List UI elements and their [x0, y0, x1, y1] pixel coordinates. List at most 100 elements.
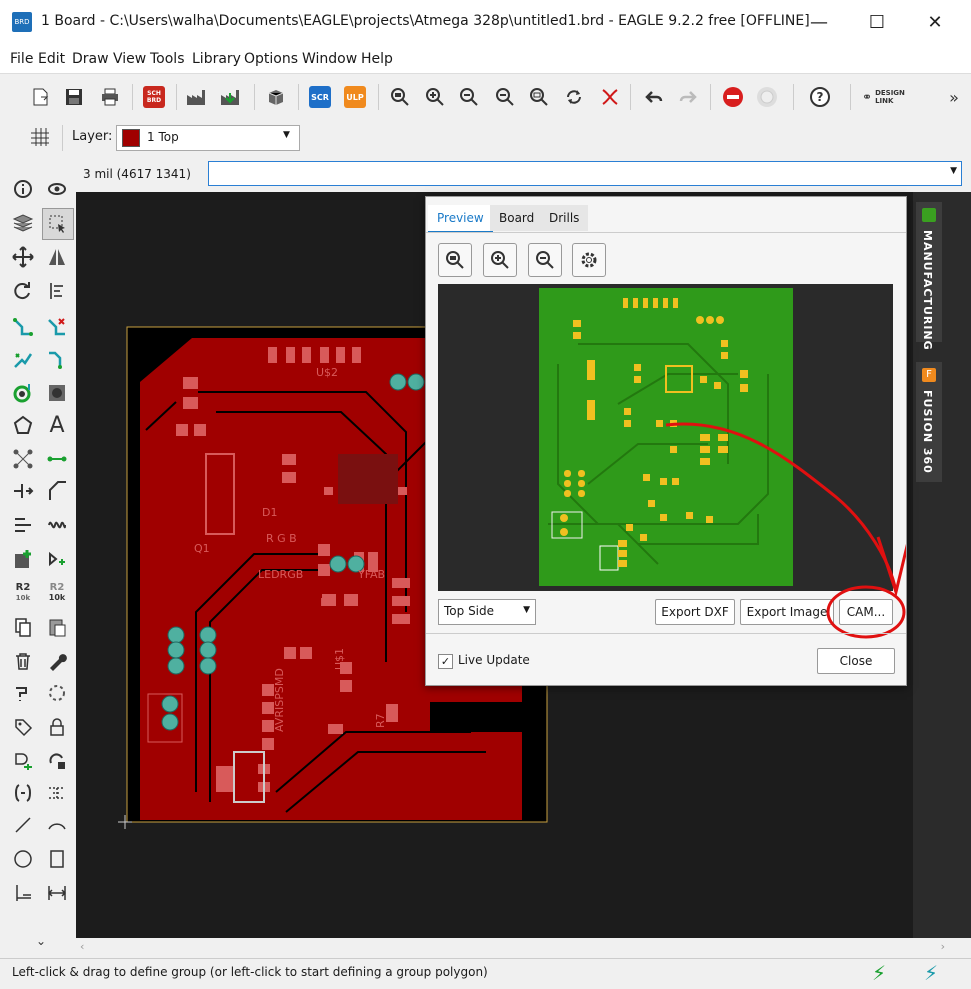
chevron-left-icon[interactable]: ‹ — [80, 940, 84, 953]
tab-board[interactable]: Board — [490, 205, 544, 231]
zoom-fit-icon[interactable] — [386, 83, 414, 111]
design-link-button[interactable]: ⚭ DESIGN LINK — [862, 83, 922, 111]
fusion-tab[interactable]: F FUSION 360 — [916, 362, 942, 482]
wire-icon[interactable] — [42, 444, 72, 474]
route-icon[interactable] — [8, 312, 38, 342]
info-icon[interactable] — [8, 174, 38, 204]
split-part-icon[interactable] — [42, 778, 72, 808]
manufacturing-download-icon[interactable] — [216, 83, 244, 111]
rectangle-icon[interactable] — [42, 844, 72, 874]
lightning-icon[interactable]: ⚡ — [872, 961, 886, 985]
replace-icon[interactable] — [42, 544, 72, 574]
script-icon[interactable]: SCR — [306, 83, 334, 111]
polygon-icon[interactable] — [8, 410, 38, 440]
toolbar-overflow-button[interactable]: » — [940, 83, 968, 111]
copy-icon[interactable] — [8, 612, 38, 642]
open-icon[interactable] — [26, 83, 54, 111]
zoom-in-icon[interactable] — [421, 83, 449, 111]
grid-icon[interactable] — [26, 123, 54, 151]
cam-processor-icon[interactable] — [182, 83, 210, 111]
close-window-button[interactable]: ✕ — [906, 0, 964, 45]
slice-icon[interactable] — [42, 510, 72, 540]
mark-icon[interactable] — [8, 778, 38, 808]
menu-edit[interactable]: Edit — [38, 51, 65, 67]
redraw-icon[interactable] — [560, 83, 588, 111]
tab-drills[interactable]: Drills — [540, 205, 589, 231]
smash-icon[interactable] — [8, 678, 38, 708]
change-icon[interactable] — [42, 646, 72, 676]
menu-file[interactable]: File — [10, 51, 33, 67]
attribute-icon[interactable] — [8, 712, 38, 742]
autorouter-icon[interactable] — [8, 344, 38, 374]
group-icon[interactable] — [42, 208, 74, 240]
chevron-right-icon[interactable]: › — [941, 940, 945, 953]
expand-tools-icon[interactable]: ⌄ — [26, 926, 56, 956]
command-input[interactable]: ▼ — [208, 161, 962, 186]
zoom-out-icon[interactable] — [455, 83, 483, 111]
print-icon[interactable] — [96, 83, 124, 111]
show-icon[interactable] — [42, 174, 72, 204]
measure-icon[interactable] — [42, 878, 72, 908]
preview-settings-button[interactable] — [572, 243, 606, 277]
paste-icon[interactable] — [42, 612, 72, 642]
undo-icon[interactable] — [640, 83, 668, 111]
menu-tools[interactable]: Tools — [150, 51, 185, 67]
close-button[interactable]: Close — [817, 648, 895, 674]
text-icon[interactable]: A — [42, 410, 72, 440]
menu-draw[interactable]: Draw — [72, 51, 109, 67]
live-update-checkbox[interactable]: ✓ — [438, 654, 453, 669]
lock-icon[interactable] — [42, 712, 72, 742]
redo-icon[interactable] — [674, 83, 702, 111]
menu-window[interactable]: Window — [302, 51, 357, 67]
move-icon[interactable] — [8, 242, 38, 272]
ratsnest-icon[interactable] — [596, 83, 624, 111]
manufacturing-tab[interactable]: MANUFACTURING — [916, 202, 942, 351]
delete-icon[interactable] — [8, 646, 38, 676]
chevron-down-icon[interactable]: ▼ — [950, 166, 957, 176]
circle-icon[interactable] — [8, 844, 38, 874]
gate-swap-icon[interactable] — [8, 746, 38, 776]
export-image-button[interactable]: Export Image — [740, 599, 834, 625]
rotate-icon[interactable] — [8, 276, 38, 306]
export-dxf-button[interactable]: Export DXF — [655, 599, 735, 625]
ulp-icon[interactable]: ULP — [341, 83, 369, 111]
miter-icon[interactable] — [42, 476, 72, 506]
signal-icon[interactable] — [8, 444, 38, 474]
arc-icon[interactable] — [42, 810, 72, 840]
stop-icon[interactable] — [719, 83, 747, 111]
sch-brd-icon[interactable]: SCH BRD — [140, 83, 168, 111]
pin-swap-icon[interactable] — [42, 746, 72, 776]
menu-library[interactable]: Library — [192, 51, 241, 67]
menu-options[interactable]: Options — [244, 51, 298, 67]
preview-zoom-fit-button[interactable] — [438, 243, 472, 277]
mirror-icon[interactable] — [42, 242, 72, 272]
zoom-last-icon[interactable] — [525, 83, 553, 111]
minimize-button[interactable]: — — [790, 0, 848, 45]
zoom-select-icon[interactable] — [491, 83, 519, 111]
tab-preview[interactable]: Preview — [428, 205, 493, 233]
preview-zoom-in-button[interactable] — [483, 243, 517, 277]
help-icon[interactable]: ? — [806, 83, 834, 111]
menu-view[interactable]: View — [113, 51, 146, 67]
align-icon[interactable] — [42, 276, 72, 306]
preview-zoom-out-button[interactable] — [528, 243, 562, 277]
dimension-icon[interactable] — [8, 878, 38, 908]
value-tool[interactable]: R2 10k — [42, 578, 72, 608]
add-component-icon[interactable] — [8, 544, 38, 574]
save-icon[interactable] — [60, 83, 88, 111]
layer-select[interactable]: 1 Top ▼ — [116, 125, 300, 151]
pad-icon[interactable] — [42, 378, 72, 408]
horizontal-scrollbar[interactable]: ‹ › — [76, 938, 971, 958]
optimize-icon[interactable] — [42, 344, 72, 374]
drc-icon[interactable] — [42, 678, 72, 708]
drc-status-icon[interactable]: ⚡ — [924, 961, 938, 985]
menu-help[interactable]: Help — [361, 51, 393, 67]
3d-package-icon[interactable] — [262, 83, 290, 111]
ripup-icon[interactable] — [42, 312, 72, 342]
line-icon[interactable] — [8, 810, 38, 840]
side-select[interactable]: Top Side ▼ — [438, 599, 536, 625]
name-tool[interactable]: R2 10k — [8, 578, 38, 608]
meander-icon[interactable] — [8, 510, 38, 540]
layers-icon[interactable] — [8, 208, 38, 238]
split-icon[interactable] — [8, 476, 38, 506]
